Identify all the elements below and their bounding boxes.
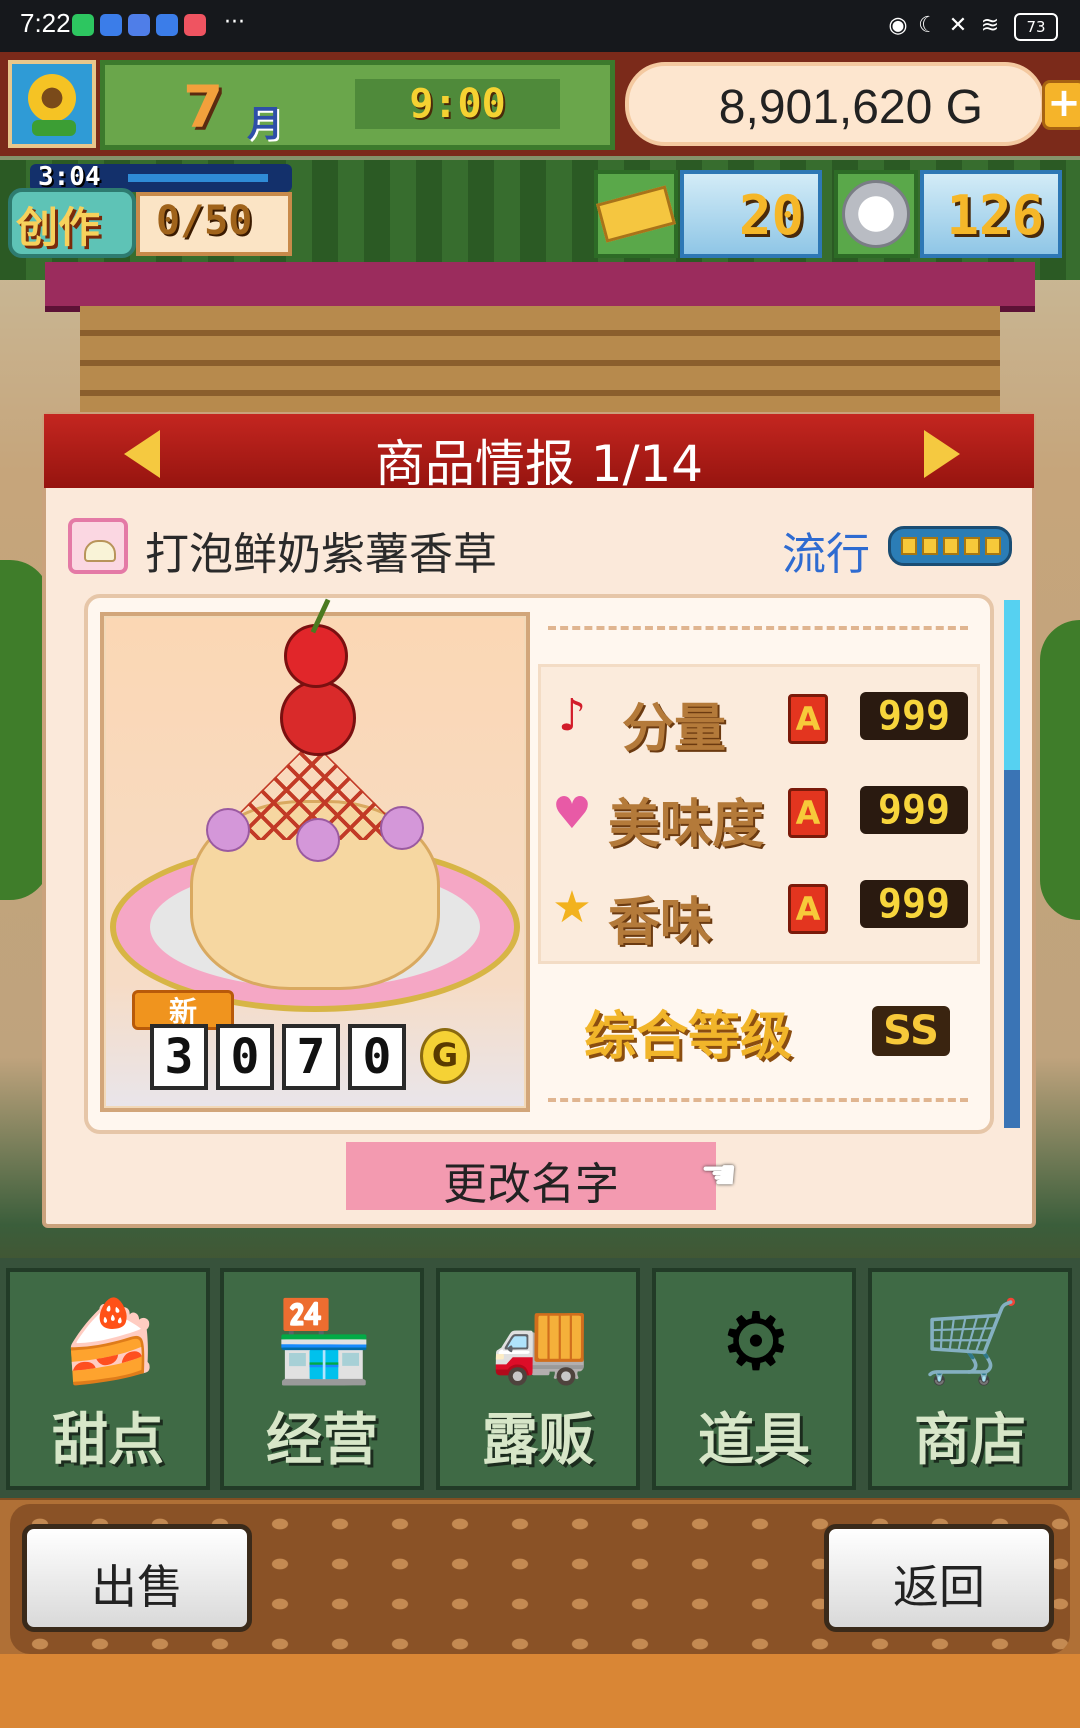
wifi-icon: ≋ <box>980 13 1000 38</box>
previous-arrow-icon[interactable] <box>124 430 160 478</box>
purple-cream-dollop <box>380 806 424 850</box>
stat-grade-quantity: A <box>788 694 828 744</box>
rename-button-label[interactable]: 更改名字 <box>346 1148 716 1212</box>
menu-item-store[interactable]: 🛒 商店 <box>868 1268 1072 1490</box>
music-note-icon: ♪ <box>557 690 587 741</box>
sell-button-label: 出售 <box>91 1560 183 1614</box>
date-display: 7 月 9:00 <box>100 60 615 150</box>
ticket-count: 20 <box>738 184 804 247</box>
category-icon <box>68 518 128 574</box>
trend-pip <box>964 537 980 555</box>
sunflower-icon <box>28 74 76 122</box>
divider <box>548 1098 968 1102</box>
ticket-count-box: 20 <box>680 170 822 258</box>
status-bar: 7:22 ··· ◉ ☾ ✕ ≋ 73 <box>0 0 1080 52</box>
shop-building-icon: 🏪 <box>274 1295 374 1388</box>
divider <box>548 626 968 630</box>
medal-icon <box>842 180 910 248</box>
overall-grade-value: SS <box>872 1006 950 1056</box>
clock-display: 9:00 <box>355 79 560 129</box>
month-suffix: 月 <box>247 104 284 145</box>
app-notification-icon <box>184 14 206 36</box>
money-amount: 8,901,620 G <box>718 81 983 134</box>
stat-label-aroma: 香味 <box>608 893 713 953</box>
app-notification-icon <box>100 14 122 36</box>
strawberry <box>280 680 356 756</box>
money-display: 8,901,620 G <box>625 62 1045 146</box>
heart-icon: ♥ <box>552 788 592 839</box>
floor <box>0 1654 1080 1728</box>
wechat-icon <box>72 14 94 36</box>
menu-item-items[interactable]: ⚙ 道具 <box>652 1268 856 1490</box>
month-number: 7 <box>183 73 224 141</box>
create-count: 0/50 <box>156 198 253 244</box>
create-status[interactable]: 3:04 创作 0/50 <box>8 162 293 264</box>
clock-time: 9:00 <box>409 81 506 127</box>
medal-count: 126 <box>946 184 1044 247</box>
shop-awning <box>45 262 1035 312</box>
back-button-label: 返回 <box>893 1560 985 1614</box>
menu-item-label: 道具 <box>698 1408 810 1473</box>
scrollbar-thumb[interactable] <box>1004 600 1020 770</box>
medal-count-box: 126 <box>920 170 1062 258</box>
product-name: 打泡鲜奶紫薯香草 <box>145 529 497 580</box>
cherry <box>284 624 348 688</box>
panel-title: 商品情报 1/14 <box>374 435 704 493</box>
pointing-hand-icon: ☚ <box>700 1150 738 1199</box>
status-time: 7:22 <box>20 8 71 38</box>
app-notification-icon <box>128 14 150 36</box>
stat-label-quantity: 分量 <box>622 699 727 759</box>
trend-label: 流行 <box>782 529 870 580</box>
sunflower-leaves <box>32 120 76 136</box>
stat-label-taste: 美味度 <box>608 795 765 855</box>
back-button[interactable]: 返回 <box>824 1524 1054 1632</box>
menu-item-label: 经营 <box>266 1408 378 1473</box>
add-money-button[interactable]: + <box>1042 80 1080 130</box>
stat-value-quantity: 999 <box>860 692 968 740</box>
battery-icon: 73 <box>1014 13 1058 41</box>
price-digit: 0 <box>216 1024 274 1090</box>
shopping-cart-icon: 🛒 <box>922 1295 1022 1388</box>
bun-icon <box>84 540 116 562</box>
moon-icon: ☾ <box>918 13 938 38</box>
next-arrow-icon[interactable] <box>924 430 960 478</box>
trend-pip <box>943 537 959 555</box>
price-digit: 3 <box>150 1024 208 1090</box>
menu-item-food-truck[interactable]: 🚚 露贩 <box>436 1268 640 1490</box>
menu-item-label: 甜点 <box>52 1408 164 1473</box>
purple-cream-dollop <box>206 808 250 852</box>
trend-pip <box>901 537 917 555</box>
app-notification-icon <box>156 14 178 36</box>
season-icon[interactable] <box>8 60 96 148</box>
menu-item-management[interactable]: 🏪 经营 <box>220 1268 424 1490</box>
menu-item-label: 露贩 <box>482 1408 594 1473</box>
overall-grade-label: 综合等级 <box>584 1007 793 1067</box>
create-label: 创作 <box>16 203 101 252</box>
tree <box>1040 620 1080 920</box>
price-digit: 0 <box>348 1024 406 1090</box>
trend-meter <box>888 526 1012 566</box>
gear-bag-icon: ⚙ <box>720 1295 792 1388</box>
cake-icon: 🍰 <box>60 1295 160 1388</box>
price-digit: 7 <box>282 1024 340 1090</box>
menu-item-label: 商店 <box>914 1408 1026 1473</box>
trend-pip <box>922 537 938 555</box>
stat-value-aroma: 999 <box>860 880 968 928</box>
stat-grade-taste: A <box>788 788 828 838</box>
mute-icon: ✕ <box>948 13 968 38</box>
menu-item-dessert[interactable]: 🍰 甜点 <box>6 1268 210 1490</box>
more-notifications-icon: ··· <box>224 10 245 35</box>
stat-grade-aroma: A <box>788 884 828 934</box>
eye-icon: ◉ <box>888 13 908 38</box>
sell-button[interactable]: 出售 <box>22 1524 252 1632</box>
gold-unit-icon: G <box>420 1028 470 1084</box>
shop-shutter <box>80 306 1000 426</box>
trend-pip <box>985 537 1001 555</box>
create-progress <box>128 174 268 182</box>
purple-cream-dollop <box>296 818 340 862</box>
stat-value-taste: 999 <box>860 786 968 834</box>
food-truck-icon: 🚚 <box>490 1295 590 1388</box>
star-icon: ★ <box>552 882 592 933</box>
